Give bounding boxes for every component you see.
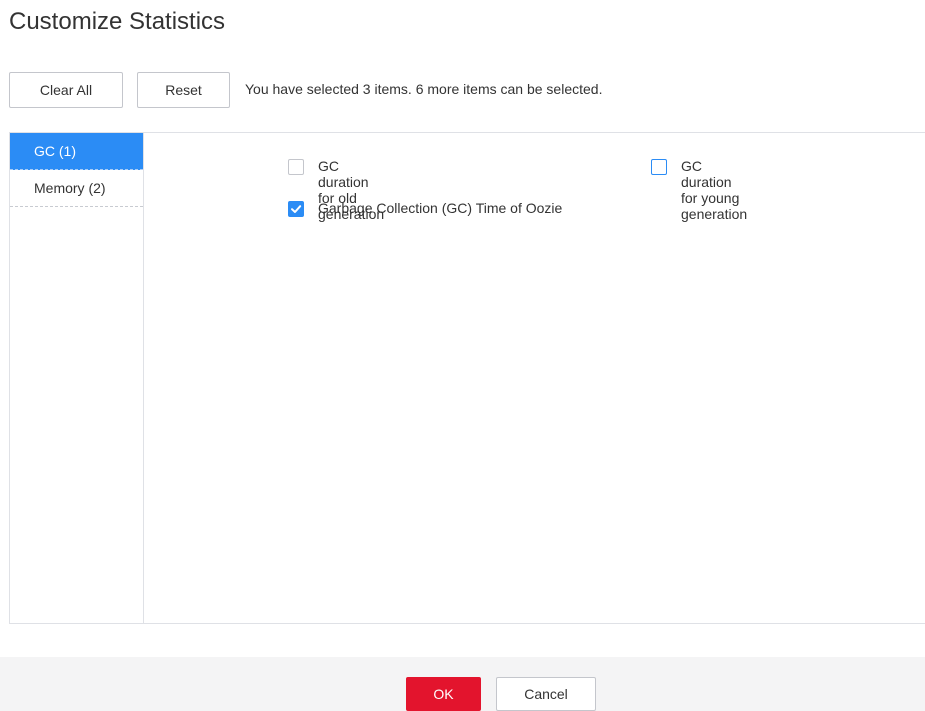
clear-all-button[interactable]: Clear All bbox=[9, 72, 123, 108]
checkbox-unchecked[interactable] bbox=[651, 159, 667, 175]
category-list: GC (1) Memory (2) bbox=[10, 133, 144, 623]
category-item-memory[interactable]: Memory (2) bbox=[10, 170, 143, 207]
option-label: GC duration for young generation bbox=[681, 158, 748, 222]
selection-info-text: You have selected 3 items. 6 more items … bbox=[245, 81, 603, 97]
cancel-button[interactable]: Cancel bbox=[496, 677, 596, 711]
dialog-footer: OK Cancel bbox=[0, 657, 925, 711]
ok-button[interactable]: OK bbox=[406, 677, 481, 711]
dialog-title: Customize Statistics bbox=[9, 8, 226, 35]
statistics-panel: GC (1) Memory (2) GC duration for old ge… bbox=[9, 132, 925, 624]
option-gc-time-of-oozie[interactable]: Garbage Collection (GC) Time of Oozie bbox=[288, 199, 588, 217]
option-label: Garbage Collection (GC) Time of Oozie bbox=[318, 200, 563, 216]
checkmark-icon bbox=[291, 205, 302, 213]
checkbox-checked[interactable] bbox=[288, 201, 304, 217]
checkbox-unchecked[interactable] bbox=[288, 159, 304, 175]
option-gc-young-generation[interactable]: GC duration for young generation bbox=[651, 157, 747, 222]
reset-button[interactable]: Reset bbox=[137, 72, 230, 108]
toolbar: Clear All Reset bbox=[9, 72, 230, 108]
category-item-gc[interactable]: GC (1) bbox=[10, 133, 143, 170]
customize-statistics-dialog: Customize Statistics Clear All Reset You… bbox=[0, 0, 925, 711]
